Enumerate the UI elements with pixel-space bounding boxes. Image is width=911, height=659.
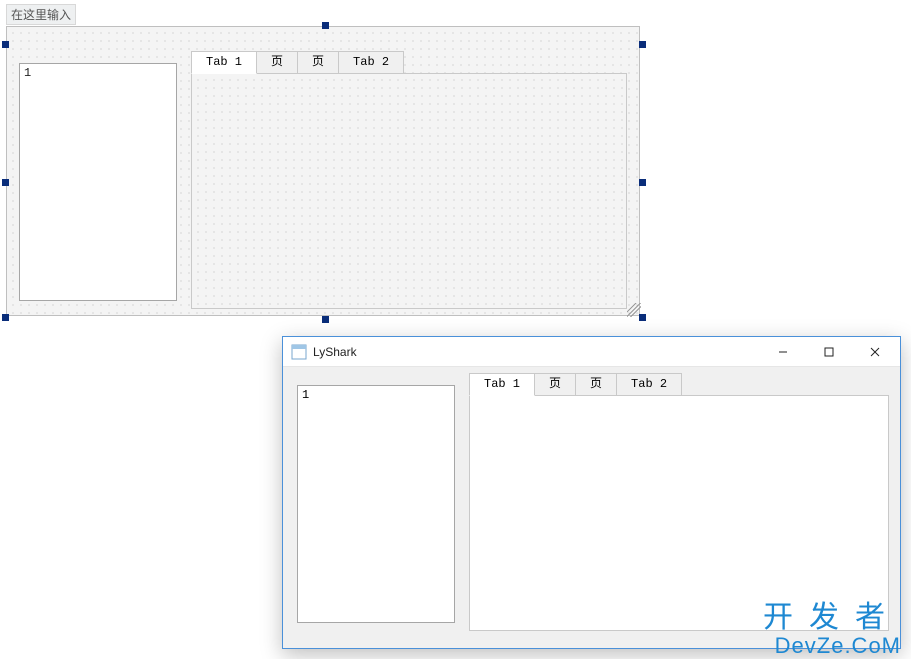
tab-bar: Tab 1 页 页 Tab 2 — [191, 51, 627, 73]
resize-handle-ne[interactable] — [639, 41, 646, 48]
list-item[interactable]: 1 — [24, 66, 172, 80]
tab-page-b[interactable]: 页 — [297, 51, 339, 73]
resize-handle-nw[interactable] — [2, 41, 9, 48]
tab-2[interactable]: Tab 2 — [616, 373, 682, 395]
close-button[interactable] — [852, 337, 898, 367]
minimize-button[interactable] — [760, 337, 806, 367]
tab-1[interactable]: Tab 1 — [469, 373, 535, 396]
tab-widget: Tab 1 页 页 Tab 2 — [469, 373, 889, 631]
form-title-input[interactable]: 在这里输入 — [6, 4, 76, 25]
client-area: 1 Tab 1 页 页 Tab 2 — [283, 367, 900, 648]
tab-bar: Tab 1 页 页 Tab 2 — [469, 373, 889, 395]
resize-handle-n[interactable] — [322, 22, 329, 29]
titlebar[interactable]: LyShark — [283, 337, 900, 367]
list-item[interactable]: 1 — [302, 388, 450, 402]
tab-1[interactable]: Tab 1 — [191, 51, 257, 74]
maximize-button[interactable] — [806, 337, 852, 367]
tab-page-content[interactable] — [191, 73, 627, 309]
tab-page-a[interactable]: 页 — [256, 51, 298, 73]
list-widget[interactable]: 1 — [19, 63, 177, 301]
tab-page-content — [469, 395, 889, 631]
resize-handle-e[interactable] — [639, 179, 646, 186]
tab-2[interactable]: Tab 2 — [338, 51, 404, 73]
tab-widget: Tab 1 页 页 Tab 2 — [191, 51, 627, 309]
tab-page-a[interactable]: 页 — [534, 373, 576, 395]
window-title: LyShark — [313, 345, 760, 359]
list-widget[interactable]: 1 — [297, 385, 455, 623]
tab-page-b[interactable]: 页 — [575, 373, 617, 395]
designer-panel: 在这里输入 1 Tab 1 页 页 Tab 2 — [6, 4, 642, 316]
resize-handle-w[interactable] — [2, 179, 9, 186]
resize-handle-sw[interactable] — [2, 314, 9, 321]
design-form[interactable]: 1 Tab 1 页 页 Tab 2 — [6, 26, 640, 316]
app-icon — [291, 344, 307, 360]
resize-handle-s[interactable] — [322, 316, 329, 323]
size-grip-icon[interactable] — [627, 303, 641, 317]
app-window: LyShark 1 Tab 1 页 页 Tab 2 — [282, 336, 901, 649]
